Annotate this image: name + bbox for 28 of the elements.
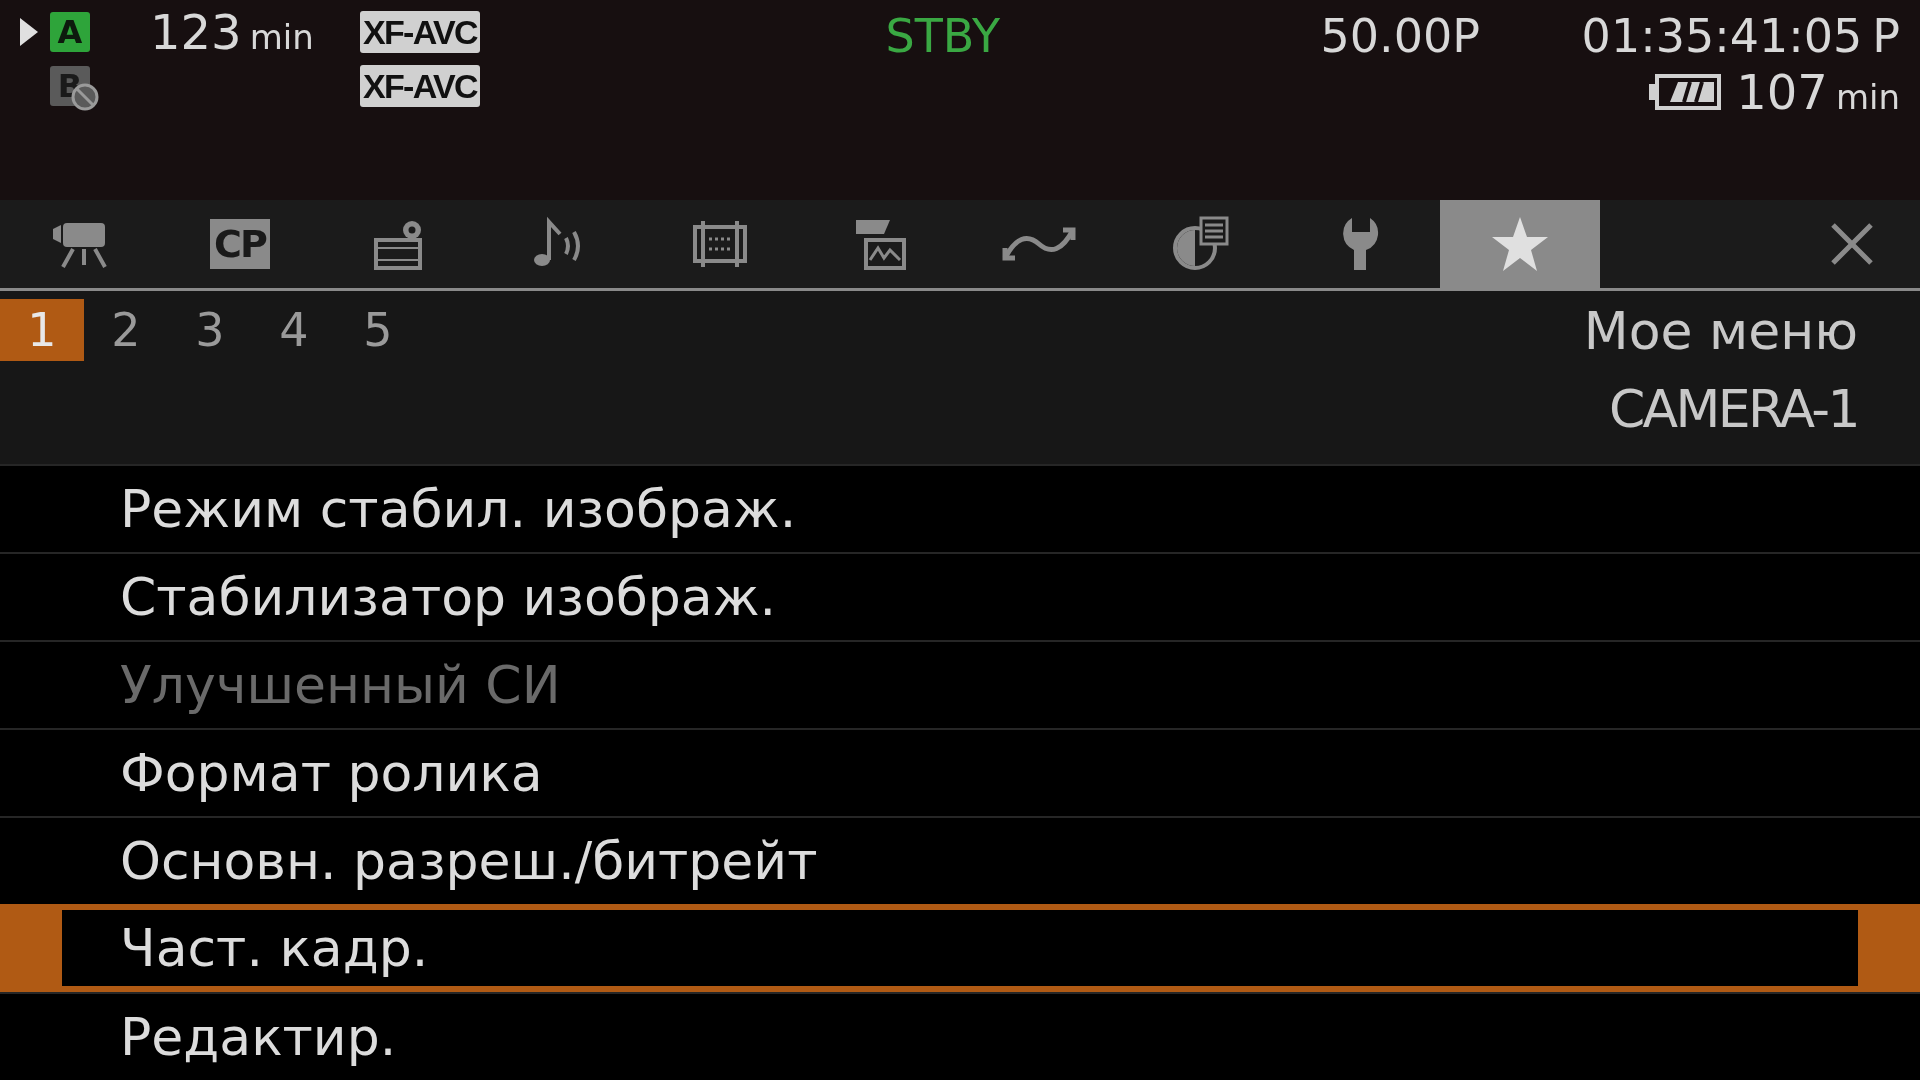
remaining-time: 123 xyxy=(150,8,242,56)
page-number[interactable]: 4 xyxy=(252,299,336,362)
disc-list-icon xyxy=(1171,215,1229,272)
menu-item[interactable]: Част. кадр. xyxy=(0,904,1920,992)
menu-tab[interactable]: CP xyxy=(160,199,320,289)
mode-status: STBY xyxy=(885,8,1000,65)
page-number[interactable]: 3 xyxy=(168,299,252,362)
timecode-mode: P xyxy=(1872,8,1900,64)
menu-tab[interactable] xyxy=(1440,199,1600,289)
timecode: 01:35:41:05 xyxy=(1581,8,1863,64)
format-badge: XF-AVC xyxy=(360,11,480,53)
battery-icon xyxy=(1648,74,1723,110)
battery-time: 107 xyxy=(1736,64,1828,120)
play-icon xyxy=(20,18,38,46)
battery-unit: min xyxy=(1835,80,1900,114)
frame-icon xyxy=(691,218,749,269)
close-icon xyxy=(1830,221,1874,266)
page-number[interactable]: 2 xyxy=(84,299,168,362)
menu-title: Мое меню xyxy=(1583,300,1858,364)
page-number[interactable]: 1 xyxy=(0,299,84,362)
frame-rate: 50.00P xyxy=(1320,8,1480,65)
wrench-icon xyxy=(1340,215,1380,272)
submenu-title: CAMERA-1 xyxy=(1608,378,1858,442)
cp-icon: CP xyxy=(210,218,270,269)
time-unit: min xyxy=(249,20,314,54)
page-number[interactable]: 5 xyxy=(336,299,420,362)
format-badge: XF-AVC xyxy=(360,65,480,107)
card-slot-icon: A xyxy=(50,12,90,52)
